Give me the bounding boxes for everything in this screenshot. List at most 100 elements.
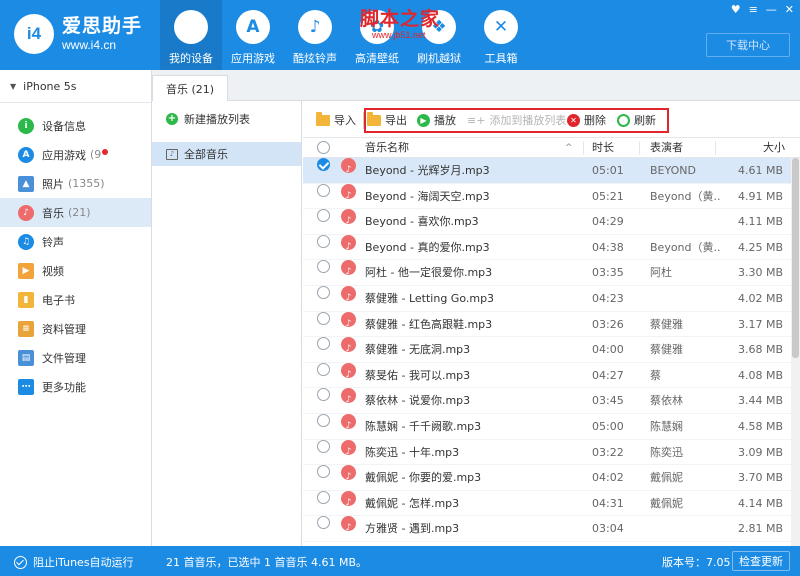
row-checkbox[interactable] <box>317 209 330 223</box>
song-duration: 03:26 <box>592 317 624 331</box>
nav-item-0[interactable]: 我的设备 <box>160 0 222 70</box>
nav-label: 酷炫铃声 <box>293 52 337 65</box>
song-artist: Beyond（黄... <box>650 240 720 254</box>
table-row[interactable]: ♪ 戴佩妮 - 你要的爱.mp3 04:02 戴佩妮 3.70 MB <box>303 465 800 491</box>
favorite-icon[interactable]: ♥ <box>731 3 741 16</box>
table-row[interactable]: ♪ Beyond - 真的爱你.mp3 04:38 Beyond（黄... 4.25 M… <box>303 234 800 261</box>
row-checkbox[interactable] <box>317 362 330 376</box>
refresh-button[interactable]: 刷新 <box>617 110 656 130</box>
tab-music[interactable]: 音乐 (21) <box>152 75 228 102</box>
table-row[interactable]: ♪ 蔡健雅 - 无底洞.mp3 04:00 蔡健雅 3.68 MB <box>303 337 800 363</box>
song-size: 4.61 MB <box>737 164 783 177</box>
select-all-checkbox[interactable] <box>317 141 330 154</box>
music-note-icon: ♪ <box>341 465 356 481</box>
music-note-icon: ♪ <box>341 362 356 378</box>
toolbar-separator <box>363 112 364 129</box>
row-checkbox[interactable] <box>317 337 330 351</box>
row-checkbox[interactable] <box>317 490 330 504</box>
song-size: 4.25 MB <box>737 240 783 254</box>
sidebar-item-8[interactable]: ▤ 文件管理 <box>0 343 151 372</box>
table-row[interactable]: ♪ 蔡旻佑 - 我可以.mp3 04:27 蔡 4.08 MB <box>303 362 800 389</box>
row-checkbox[interactable] <box>317 286 330 299</box>
scrollbar-thumb[interactable] <box>792 158 799 358</box>
add-to-playlist-label: 添加到播放列表 <box>489 114 567 127</box>
new-playlist-button[interactable]: + 新建播放列表 <box>152 101 301 136</box>
minimize-icon[interactable]: — <box>766 3 777 16</box>
sidebar-item-label: 设备信息 <box>42 119 86 133</box>
nav-item-2[interactable]: ♪ 酷炫铃声 <box>284 0 346 70</box>
device-name: iPhone 5s <box>23 79 77 93</box>
sidebar-item-1[interactable]: A 应用游戏 (9 <box>0 140 151 169</box>
bell-icon: ♪ <box>298 10 332 44</box>
add-to-playlist-button[interactable]: ≡+ 添加到播放列表 <box>467 110 566 130</box>
export-button[interactable]: 导出 <box>367 110 407 130</box>
menu-icon[interactable]: ≡ <box>749 3 758 16</box>
row-checkbox[interactable] <box>317 158 330 171</box>
table-row[interactable]: ♪ Beyond - 喜欢你.mp3 04:29 4.11 MB <box>303 209 800 235</box>
playlist-icon: ♪ <box>166 148 178 160</box>
block-itunes-toggle[interactable]: 阻止iTunes自动运行 <box>14 554 134 570</box>
song-name: 蔡旻佑 - 我可以.mp3 <box>365 368 471 382</box>
sidebar-item-label: 照片 <box>42 177 64 191</box>
sidebar-item-7[interactable]: ≡ 资料管理 <box>0 314 151 343</box>
check-circle-icon <box>14 555 27 569</box>
music-note-icon: ♪ <box>341 414 356 429</box>
watermark: 脚本之家 <box>360 8 441 30</box>
table-row[interactable]: ♪ 蔡健雅 - Letting Go.mp3 04:23 4.02 MB <box>303 286 800 312</box>
scrollbar[interactable] <box>791 158 800 546</box>
column-duration[interactable]: 时长 <box>592 138 614 158</box>
check-update-button[interactable]: 检查更新 <box>732 551 790 571</box>
close-icon[interactable]: ✕ <box>785 3 794 16</box>
device-selector[interactable]: ▼ iPhone 5s <box>0 70 151 103</box>
song-duration: 03:04 <box>592 522 624 536</box>
table-row[interactable]: ♪ 蔡依林 - 说爱你.mp3 03:45 蔡依林 3.44 MB <box>303 388 800 414</box>
download-center-button[interactable]: 下载中心 <box>706 33 790 57</box>
row-checkbox[interactable] <box>317 516 330 530</box>
music-note-icon: ♪ <box>341 337 356 353</box>
song-artist: 戴佩妮 <box>650 496 683 510</box>
row-checkbox[interactable] <box>317 183 330 197</box>
table-row[interactable]: ♪ 戴佩妮 - 怎样.mp3 04:31 戴佩妮 4.14 MB <box>303 490 800 517</box>
song-duration: 04:02 <box>592 471 624 485</box>
table-row[interactable]: ♪ Beyond - 光辉岁月.mp3 05:01 BEYOND 4.61 MB <box>303 158 800 184</box>
delete-button[interactable]: ✕ 删除 <box>567 110 606 130</box>
row-checkbox[interactable] <box>317 388 330 402</box>
song-size: 4.08 MB <box>737 368 783 382</box>
table-row[interactable]: ♪ 方雅贤 - 遇到.mp3 03:04 2.81 MB <box>303 516 800 542</box>
nav-item-1[interactable]: A 应用游戏 <box>222 0 284 70</box>
song-size: 4.14 MB <box>737 496 783 510</box>
sidebar-item-5[interactable]: ▶ 视频 <box>0 256 151 285</box>
row-checkbox[interactable] <box>317 414 330 427</box>
row-checkbox[interactable] <box>317 311 330 325</box>
table-row[interactable]: ♪ 陈慧娴 - 千千阙歌.mp3 05:00 陈慧娴 4.58 MB <box>303 414 800 440</box>
column-name[interactable]: 音乐名称 <box>365 138 409 158</box>
row-checkbox[interactable] <box>317 260 330 274</box>
status-summary: 21 首音乐，已选中 1 首音乐 4.61 MB。 <box>166 556 368 569</box>
song-duration: 05:01 <box>592 164 624 177</box>
table-row[interactable]: ♪ 阿杜 - 他一定很爱你.mp3 03:35 阿杜 3.30 MB <box>303 260 800 286</box>
contacts-icon: ≡ <box>18 320 34 337</box>
table-row[interactable]: ♪ 陈奕迅 - 十年.mp3 03:22 陈奕迅 3.09 MB <box>303 439 800 466</box>
app-url: www.i4.cn <box>62 38 117 52</box>
sidebar-item-2[interactable]: ▲ 照片 (1355) <box>0 169 151 198</box>
tools-icon: ✕ <box>484 10 518 44</box>
sidebar-item-4[interactable]: ♫ 铃声 <box>0 227 151 256</box>
sidebar-item-0[interactable]: i 设备信息 <box>0 111 151 140</box>
sidebar-item-9[interactable]: ⋯ 更多功能 <box>0 372 151 401</box>
row-checkbox[interactable] <box>317 465 330 479</box>
sidebar-item-3[interactable]: ♪ 音乐 (21) <box>0 198 151 227</box>
playlist-all-music[interactable]: ♪ 全部音乐 <box>152 142 301 166</box>
table-row[interactable]: ♪ Beyond - 海阔天空.mp3 05:21 Beyond（黄... 4.91 M… <box>303 183 800 210</box>
nav-item-5[interactable]: ✕ 工具箱 <box>470 0 532 70</box>
row-checkbox[interactable] <box>317 234 330 248</box>
table-row[interactable]: ♪ 蔡健雅 - 红色高跟鞋.mp3 03:26 蔡健雅 3.17 MB <box>303 311 800 338</box>
music-note-icon: ♪ <box>341 439 356 455</box>
play-button[interactable]: ▶ 播放 <box>417 110 456 130</box>
song-size: 3.70 MB <box>737 471 783 485</box>
column-size[interactable]: 大小 <box>763 138 785 158</box>
row-checkbox[interactable] <box>317 439 330 453</box>
sidebar-item-6[interactable]: ▮ 电子书 <box>0 285 151 314</box>
photo-icon: ▲ <box>18 175 34 192</box>
import-button[interactable]: 导入 <box>316 110 356 130</box>
column-artist[interactable]: 表演者 <box>650 138 683 158</box>
